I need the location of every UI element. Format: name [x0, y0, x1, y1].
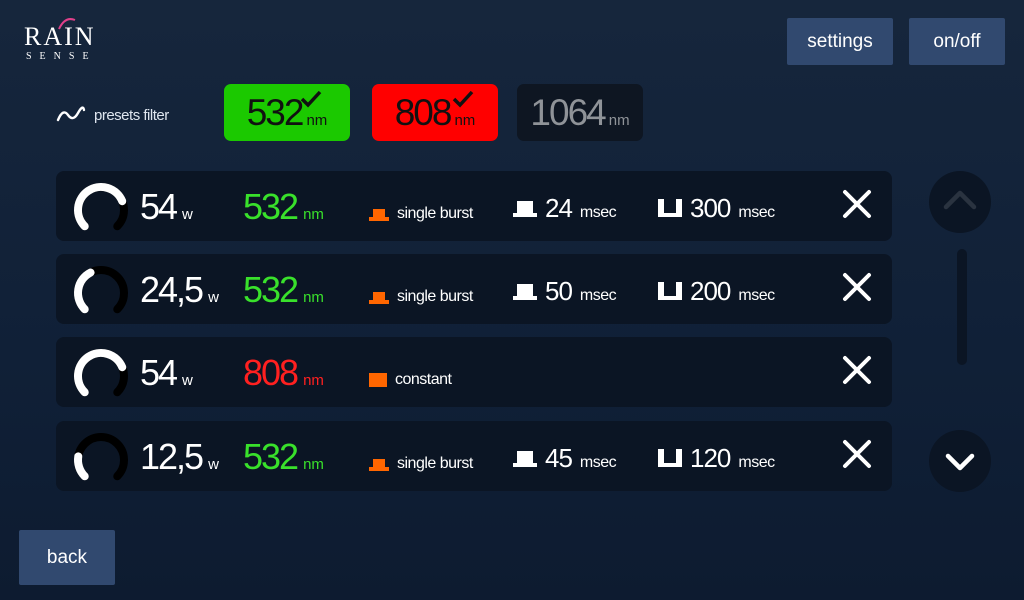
on-off-button[interactable]: on/off: [909, 18, 1005, 65]
preset-wavelength: 808 nm: [243, 352, 324, 393]
preset-wavelength: 532 nm: [243, 186, 324, 227]
wavelength-value: 1064: [530, 92, 606, 133]
wave-icon: [56, 106, 86, 122]
wavelength-1064-toggle[interactable]: 1064 nm: [517, 84, 643, 141]
gauge-level: [74, 183, 127, 231]
delete-preset-icon[interactable]: [842, 355, 872, 385]
preset-row[interactable]: 24,5 w 532 nm single burst 50 msec 200 msec: [56, 254, 892, 324]
gauge-level: [74, 452, 89, 481]
preset-row[interactable]: 12,5 w 532 nm single burst 45 msec 120 msec: [56, 421, 892, 491]
wavelength-value: 808: [394, 92, 453, 133]
pulse-icon: [513, 284, 537, 300]
presets-filter: presets filter: [56, 105, 169, 125]
power-gauge-icon: [74, 349, 128, 397]
burst-icon: [369, 292, 389, 304]
gauge-level: [74, 268, 95, 314]
wavelength-unit: nm: [454, 112, 476, 129]
gauge-level: [74, 349, 127, 397]
interval-icon: [658, 199, 682, 217]
preset-power: 12,5 w: [140, 436, 219, 477]
power-gauge-icon: [74, 183, 128, 231]
wavelength-808-toggle[interactable]: 808 nm: [372, 84, 498, 141]
logo-sub-text: SENSE: [26, 51, 97, 62]
settings-button[interactable]: settings: [787, 18, 893, 65]
logo-main-text: RAIN: [24, 22, 96, 51]
scroll-up-button[interactable]: [929, 171, 991, 233]
preset-interval: 120 msec: [658, 443, 775, 474]
wavelength-unit: nm: [608, 112, 630, 129]
scrollbar[interactable]: [957, 249, 967, 365]
preset-pulse-duration: 50 msec: [513, 276, 617, 307]
scroll-down-button[interactable]: [929, 430, 991, 492]
constant-icon: [369, 373, 387, 387]
wavelength-unit: nm: [306, 112, 328, 129]
preset-interval: 300 msec: [658, 193, 775, 224]
back-button[interactable]: back: [19, 530, 115, 585]
wavelength-value: 532: [246, 92, 305, 133]
preset-mode: single burst: [369, 205, 473, 223]
preset-pulse-duration: 24 msec: [513, 193, 617, 224]
preset-interval: 200 msec: [658, 276, 775, 307]
chevron-up-icon: [943, 190, 977, 210]
interval-icon: [658, 282, 682, 300]
burst-icon: [369, 459, 389, 471]
delete-preset-icon[interactable]: [842, 272, 872, 302]
preset-power: 54 w: [140, 352, 193, 393]
delete-preset-icon[interactable]: [842, 439, 872, 469]
power-gauge-icon: [74, 433, 128, 481]
rainsense-logo: RAIN SENSE: [24, 16, 114, 66]
burst-icon: [369, 209, 389, 221]
checkmark-icon: [300, 90, 322, 108]
preset-pulse-duration: 45 msec: [513, 443, 617, 474]
preset-mode: single burst: [369, 288, 473, 306]
checkmark-icon: [452, 90, 474, 108]
preset-wavelength: 532 nm: [243, 436, 324, 477]
delete-preset-icon[interactable]: [842, 189, 872, 219]
interval-icon: [658, 449, 682, 467]
chevron-down-icon: [945, 453, 975, 471]
preset-power: 54 w: [140, 186, 193, 227]
preset-wavelength: 532 nm: [243, 269, 324, 310]
preset-mode: constant: [369, 371, 452, 389]
wavelength-532-toggle[interactable]: 532 nm: [224, 84, 350, 141]
preset-power: 24,5 w: [140, 269, 219, 310]
power-gauge-icon: [74, 266, 128, 314]
pulse-icon: [513, 451, 537, 467]
preset-row[interactable]: 54 w 808 nm constant: [56, 337, 892, 407]
preset-mode: single burst: [369, 455, 473, 473]
pulse-icon: [513, 201, 537, 217]
preset-row[interactable]: 54 w 532 nm single burst 24 msec 300 msec: [56, 171, 892, 241]
presets-filter-label: presets filter: [94, 106, 169, 124]
